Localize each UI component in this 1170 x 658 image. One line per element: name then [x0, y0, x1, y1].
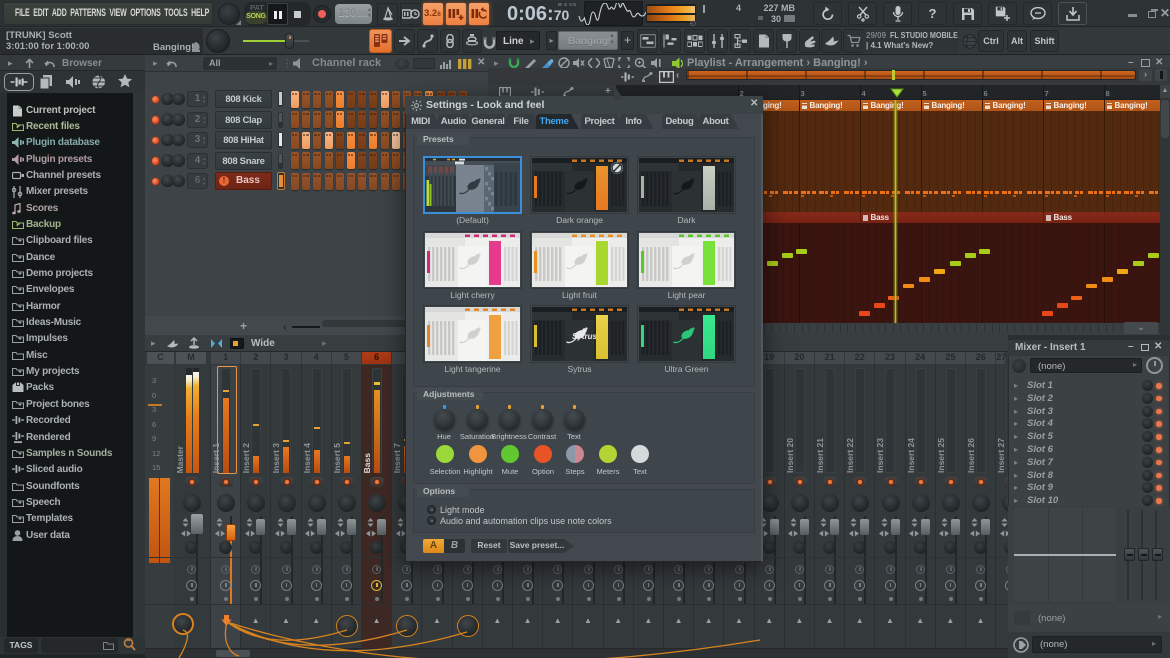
svg-text:Sytrus: Sytrus	[572, 332, 597, 341]
